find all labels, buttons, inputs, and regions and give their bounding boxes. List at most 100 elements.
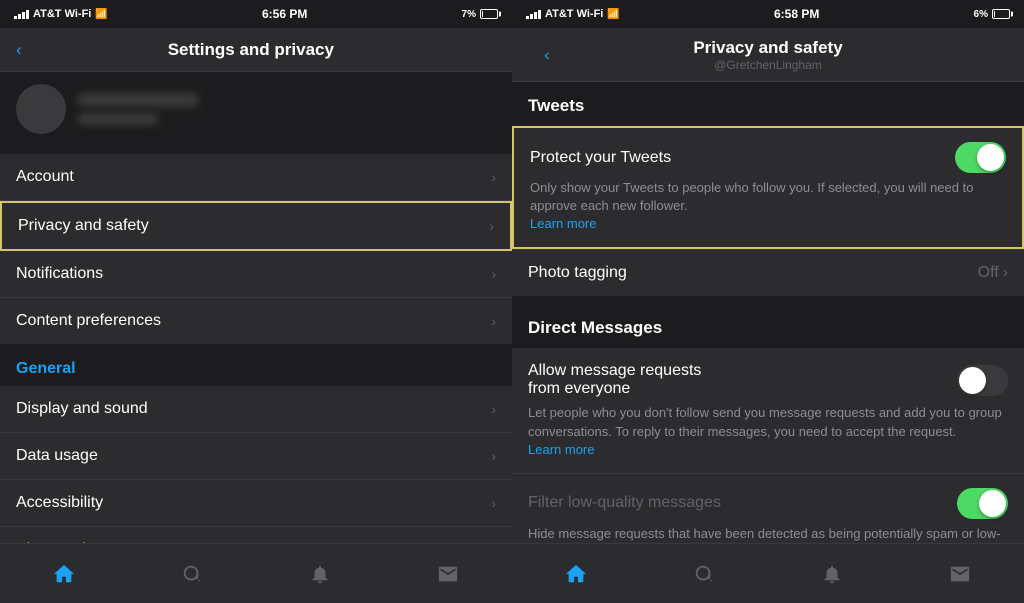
account-settings-group: Account › Privacy and safety › Notificat… (0, 154, 512, 344)
page-title: Settings and privacy (30, 40, 472, 60)
r-signal-bar-3 (534, 12, 537, 19)
right-tab-messages[interactable] (896, 544, 1024, 603)
left-nav-bar: ‹ Settings and privacy (0, 28, 512, 72)
about-label: About Twitter (16, 541, 491, 543)
toggle-thumb (977, 144, 1004, 171)
allow-requests-inline: Allow message requests from everyone (528, 362, 1008, 398)
filter-lq-toggle[interactable] (957, 488, 1008, 519)
allow-requests-toggle[interactable] (957, 365, 1008, 396)
settings-item-display[interactable]: Display and sound › (0, 386, 512, 433)
protect-tweets-inline: Protect your Tweets (530, 142, 1006, 173)
right-tab-notifications[interactable] (768, 544, 896, 603)
settings-list: Account › Privacy and safety › Notificat… (0, 72, 512, 543)
left-tab-bar (0, 543, 512, 603)
right-tab-home[interactable] (512, 544, 640, 603)
chevron-icon: › (491, 169, 496, 185)
allow-requests-description: Let people who you don't follow send you… (528, 404, 1008, 440)
right-wifi-icon: 📶 (607, 9, 619, 20)
right-nav-bar: ‹ Privacy and safety @GretchenLingham (512, 28, 1024, 82)
left-phone-panel: AT&T Wi-Fi 📶 6:56 PM 7% ‹ Settings and p… (0, 0, 512, 603)
home-icon (53, 563, 75, 585)
section-divider-1 (512, 296, 1024, 304)
right-mail-icon (949, 563, 971, 585)
right-bell-icon (821, 563, 843, 585)
right-battery-icon (992, 9, 1010, 19)
right-battery-area: 6% (974, 9, 1010, 20)
battery-icon (480, 9, 498, 19)
photo-tagging-row[interactable]: Photo tagging Off › (512, 249, 1024, 296)
nav-wrapper: ‹ Privacy and safety @GretchenLingham (528, 38, 1008, 72)
signal-bar-1 (14, 16, 17, 19)
carrier-label: AT&T Wi-Fi (33, 8, 91, 20)
settings-item-privacy[interactable]: Privacy and safety › (0, 201, 512, 251)
settings-item-about[interactable]: About Twitter › (0, 527, 512, 543)
protect-tweets-toggle[interactable] (955, 142, 1006, 173)
r-signal-bar-1 (526, 16, 529, 19)
filter-low-quality-row: Filter low-quality messages Hide message… (512, 474, 1024, 543)
profile-info (78, 93, 496, 125)
battery-pct: 7% (462, 9, 476, 20)
right-back-button[interactable]: ‹ (544, 45, 550, 65)
photo-tagging-label: Photo tagging (528, 264, 978, 282)
profile-handle (78, 113, 158, 125)
profile-name (78, 93, 198, 107)
bell-icon (309, 563, 331, 585)
settings-item-content[interactable]: Content preferences › (0, 298, 512, 344)
wifi-icon: 📶 (95, 9, 107, 20)
back-button[interactable]: ‹ (16, 40, 22, 60)
right-home-icon (565, 563, 587, 585)
tab-search[interactable] (128, 544, 256, 603)
signal-bar-4 (26, 10, 29, 19)
settings-item-accessibility[interactable]: Accessibility › (0, 480, 512, 527)
settings-item-account[interactable]: Account › (0, 154, 512, 201)
mail-icon (437, 563, 459, 585)
left-status-bar: AT&T Wi-Fi 📶 6:56 PM 7% (0, 0, 512, 28)
status-time: 6:56 PM (262, 7, 307, 21)
signal-bars (14, 10, 29, 19)
protect-tweets-learn-more[interactable]: Learn more (530, 216, 596, 231)
right-status-time: 6:58 PM (774, 7, 819, 21)
right-settings-content: Tweets Protect your Tweets Only show you… (512, 82, 1024, 543)
photo-tagging-chevron: › (1003, 264, 1008, 282)
data-label: Data usage (16, 447, 491, 465)
chevron-icon-2: › (489, 218, 494, 234)
right-phone-panel: AT&T Wi-Fi 📶 6:58 PM 6% ‹ Privacy and sa… (512, 0, 1024, 603)
tab-home[interactable] (0, 544, 128, 603)
general-settings-group: Display and sound › Data usage › Accessi… (0, 386, 512, 543)
search-icon (181, 563, 203, 585)
right-signal-bars (526, 10, 541, 19)
profile-section (0, 72, 512, 146)
chevron-icon-3: › (491, 266, 496, 282)
photo-tagging-value-area: Off › (978, 264, 1008, 282)
right-tab-search[interactable] (640, 544, 768, 603)
content-label: Content preferences (16, 312, 491, 330)
signal-bar-3 (22, 12, 25, 19)
allow-requests-learn-more[interactable]: Learn more (528, 442, 594, 457)
right-status-bar: AT&T Wi-Fi 📶 6:58 PM 6% (512, 0, 1024, 28)
filter-lq-inline: Filter low-quality messages (528, 488, 1008, 519)
chevron-icon-6: › (491, 448, 496, 464)
right-page-title: Privacy and safety (528, 38, 1008, 58)
avatar (16, 84, 66, 134)
general-section-header: General (0, 344, 512, 386)
battery-fill (482, 11, 483, 17)
tab-notifications[interactable] (256, 544, 384, 603)
r-signal-bar-4 (538, 10, 541, 19)
signal-bar-2 (18, 14, 21, 19)
privacy-label: Privacy and safety (18, 217, 489, 235)
allow-requests-label: Allow message requests from everyone (528, 362, 957, 398)
protect-tweets-label: Protect your Tweets (530, 149, 955, 167)
dm-section-header: Direct Messages (512, 304, 1024, 348)
chevron-icon-4: › (491, 313, 496, 329)
right-carrier-label: AT&T Wi-Fi (545, 8, 603, 20)
battery-area: 7% (462, 9, 498, 20)
tab-messages[interactable] (384, 544, 512, 603)
chevron-icon-5: › (491, 401, 496, 417)
protect-tweets-description: Only show your Tweets to people who foll… (530, 179, 1006, 215)
filter-lq-label: Filter low-quality messages (528, 494, 957, 512)
right-battery-fill (994, 11, 995, 17)
notifications-label: Notifications (16, 265, 491, 283)
settings-item-data[interactable]: Data usage › (0, 433, 512, 480)
right-search-icon (693, 563, 715, 585)
settings-item-notifications[interactable]: Notifications › (0, 251, 512, 298)
